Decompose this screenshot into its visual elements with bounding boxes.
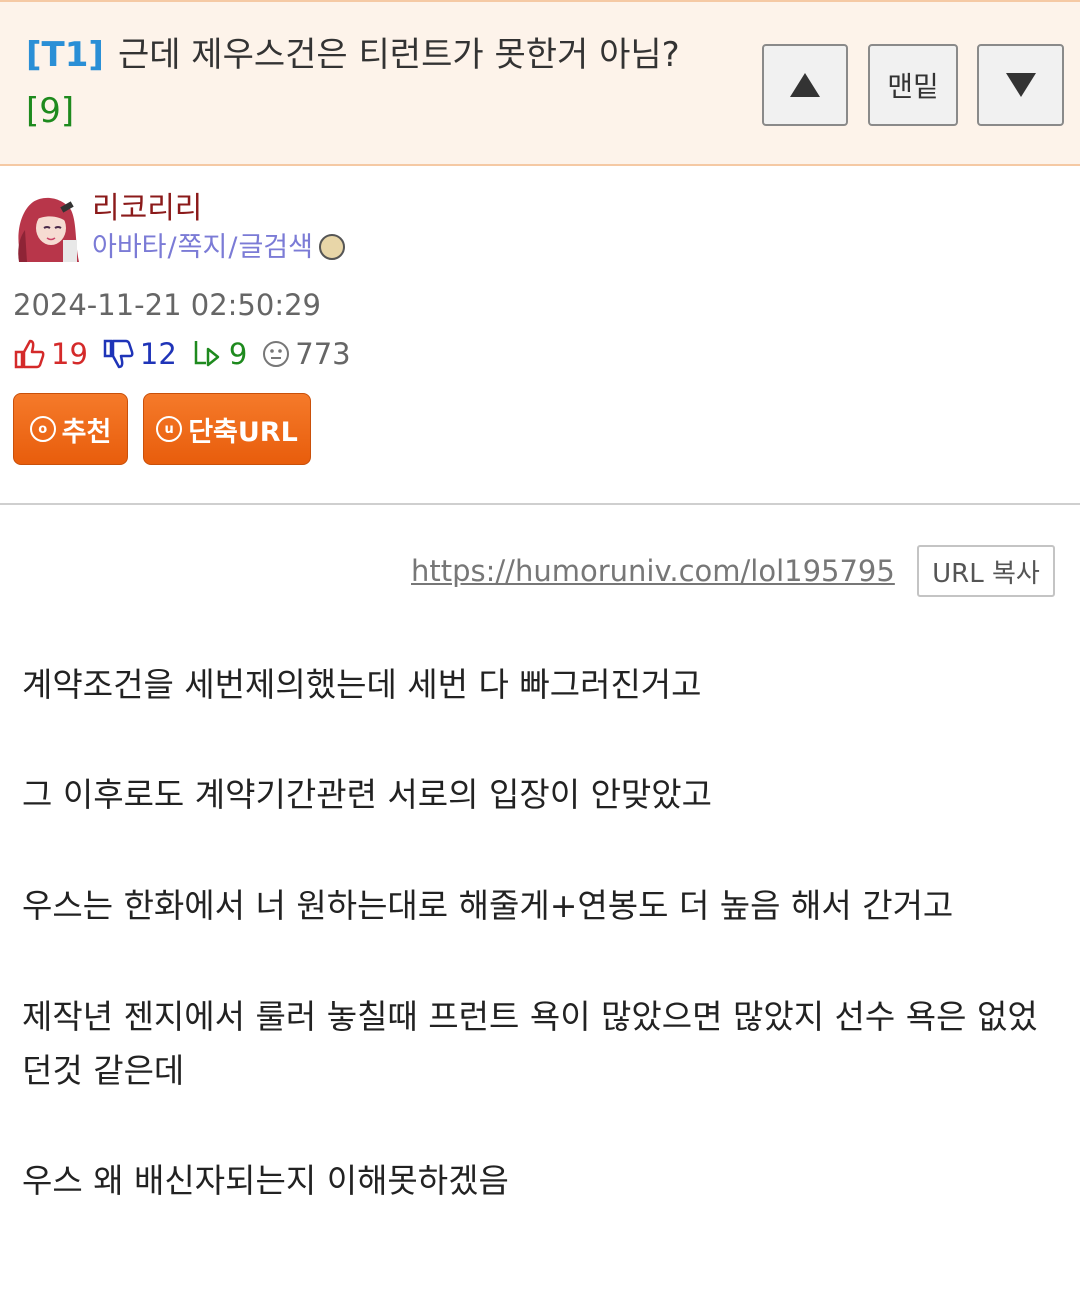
avatar-link[interactable]: 아바타: [92, 232, 167, 263]
upvote-stat: 19: [13, 336, 88, 372]
link-separator: /: [228, 232, 238, 263]
upvote-count: 19: [51, 337, 88, 371]
medal-icon: [318, 233, 345, 260]
post-title-line: [T1] 근데 제우스건은 티런트가 못한거 아님?: [26, 32, 680, 78]
reply-count[interactable]: [9]: [26, 88, 74, 134]
triangle-up-icon: [790, 73, 820, 97]
reply-arrow-icon: [194, 341, 220, 367]
divider: [0, 503, 1080, 505]
post-title: 근데 제우스건은 티런트가 못한거 아님?: [117, 35, 680, 75]
scroll-down-button[interactable]: [977, 44, 1064, 126]
scroll-bottom-button[interactable]: 맨밑: [868, 44, 958, 126]
recommend-button[interactable]: o 추천: [13, 393, 128, 465]
message-link[interactable]: 쪽지: [178, 232, 228, 263]
author-links: 아바타/쪽지/글검색: [92, 230, 345, 266]
triangle-down-icon: [1005, 73, 1036, 97]
avatar[interactable]: [13, 194, 81, 262]
body-paragraph: 우스 왜 배신자되는지 이해못하겠음: [22, 1161, 509, 1200]
body-paragraph: 제작년 젠지에서 룰러 놓칠때 프런트 욕이 많았으면 많았지 선수 욕은 없었…: [22, 997, 1038, 1090]
category-tag[interactable]: [T1]: [26, 35, 104, 75]
reply-stat-count: 9: [228, 337, 248, 371]
smiley-icon: [263, 341, 290, 367]
view-count: 773: [295, 337, 351, 371]
url-copy-button[interactable]: URL 복사: [917, 545, 1055, 597]
link-separator: /: [167, 232, 177, 263]
body-paragraph: 계약조건을 세번제의했는데 세번 다 빠그러진거고: [22, 665, 702, 704]
post-stats: 19 12 9 773: [13, 336, 365, 372]
scroll-top-button[interactable]: [762, 44, 848, 126]
thumbs-up-icon: [14, 339, 45, 369]
post-url-link[interactable]: https://humoruniv.com/lol195795: [411, 552, 895, 590]
thumbs-down-icon: [103, 339, 134, 369]
post-search-link[interactable]: 글검색: [238, 232, 313, 263]
recommend-label: 추천: [61, 416, 112, 448]
downvote-stat: 12: [102, 336, 177, 372]
body-paragraph: 우스는 한화에서 너 원하는대로 해줄게+연봉도 더 높음 해서 간거고: [22, 886, 954, 925]
reply-stat: 9: [191, 336, 247, 372]
circle-o-icon: o: [29, 416, 56, 442]
body-paragraph: 그 이후로도 계약기간관련 서로의 입장이 안맞았고: [22, 775, 713, 814]
downvote-count: 12: [139, 337, 177, 371]
view-stat: 773: [261, 336, 351, 372]
post-header: [T1] 근데 제우스건은 티런트가 못한거 아님? [9] 맨밑: [0, 0, 1080, 166]
post-timestamp: 2024-11-21 02:50:29: [13, 288, 321, 322]
short-url-button[interactable]: u 단축URL: [143, 393, 311, 465]
circle-u-icon: u: [156, 416, 183, 442]
short-url-label: 단축URL: [188, 416, 298, 448]
author-name[interactable]: 리코리리: [92, 190, 202, 228]
